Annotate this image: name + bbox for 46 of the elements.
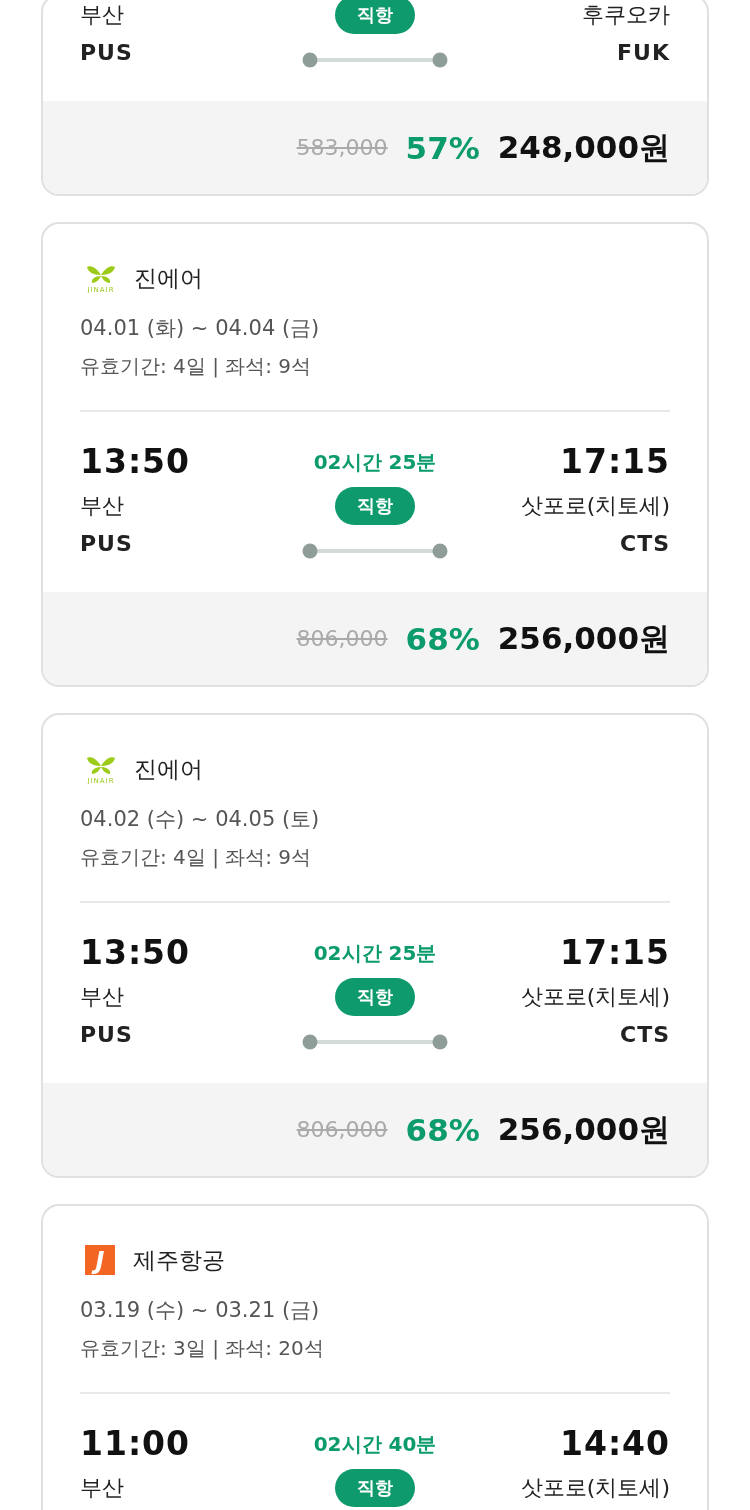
validity-text: 유효기간: 4일 | 좌석: 9석 bbox=[80, 353, 313, 380]
sale-price: 256,000원 bbox=[497, 1109, 670, 1149]
direct-badge: 직항 bbox=[335, 978, 415, 1016]
origin-city: 부산 bbox=[80, 984, 124, 1009]
destination-code: CTS bbox=[620, 531, 670, 556]
direct-badge: 직항 bbox=[335, 0, 415, 34]
flight-duration: 02시간 25분 bbox=[313, 449, 437, 474]
travel-dates: 04.02 (수) ~ 04.05 (토) bbox=[80, 806, 321, 833]
validity-text: 유효기간: 3일 | 좌석: 20석 bbox=[80, 1335, 325, 1362]
original-price: 583,000 bbox=[296, 135, 388, 160]
airline-name: 진에어 bbox=[134, 263, 203, 293]
direct-badge: 직항 bbox=[335, 487, 415, 525]
flight-duration: 02시간 25분 bbox=[313, 940, 437, 965]
destination-city: 삿포로(치토세) bbox=[520, 1475, 670, 1500]
origin-code: PUS bbox=[80, 1022, 133, 1047]
discount-rate: 57% bbox=[405, 129, 480, 166]
destination-code: FUK bbox=[617, 40, 670, 65]
original-price: 806,000 bbox=[296, 626, 388, 651]
destination-city: 후쿠오카 bbox=[582, 2, 670, 27]
origin-code: PUS bbox=[80, 40, 133, 65]
origin-code: PUS bbox=[80, 531, 133, 556]
flight-duration: 02시간 40분 bbox=[313, 1431, 437, 1456]
arrival-time: 17:15 bbox=[559, 933, 670, 972]
arrival-time: 17:15 bbox=[559, 442, 670, 481]
destination-city: 삿포로(치토세) bbox=[520, 493, 670, 518]
discount-rate: 68% bbox=[405, 1111, 480, 1148]
airline-name: 진에어 bbox=[134, 754, 203, 784]
origin-city: 부산 bbox=[80, 2, 124, 27]
departure-time: 13:50 bbox=[80, 933, 191, 972]
destination-city: 삿포로(치토세) bbox=[520, 984, 670, 1009]
origin-city: 부산 bbox=[80, 1475, 124, 1500]
validity-text: 유효기간: 4일 | 좌석: 9석 bbox=[80, 844, 313, 871]
original-price: 806,000 bbox=[296, 1117, 388, 1142]
sale-price: 256,000원 bbox=[497, 618, 670, 658]
origin-city: 부산 bbox=[80, 493, 124, 518]
airline-logo: J bbox=[85, 1245, 115, 1275]
sale-price: 248,000원 bbox=[497, 127, 670, 167]
direct-badge: 직항 bbox=[335, 1469, 415, 1507]
travel-dates: 04.01 (화) ~ 04.04 (금) bbox=[80, 315, 321, 342]
discount-rate: 68% bbox=[405, 620, 480, 657]
departure-time: 13:50 bbox=[80, 442, 191, 481]
departure-time: 11:00 bbox=[80, 1424, 191, 1463]
arrival-time: 14:40 bbox=[559, 1424, 670, 1463]
airline-name: 제주항공 bbox=[133, 1245, 225, 1275]
travel-dates: 03.19 (수) ~ 03.21 (금) bbox=[80, 1297, 321, 1324]
destination-code: CTS bbox=[620, 1022, 670, 1047]
